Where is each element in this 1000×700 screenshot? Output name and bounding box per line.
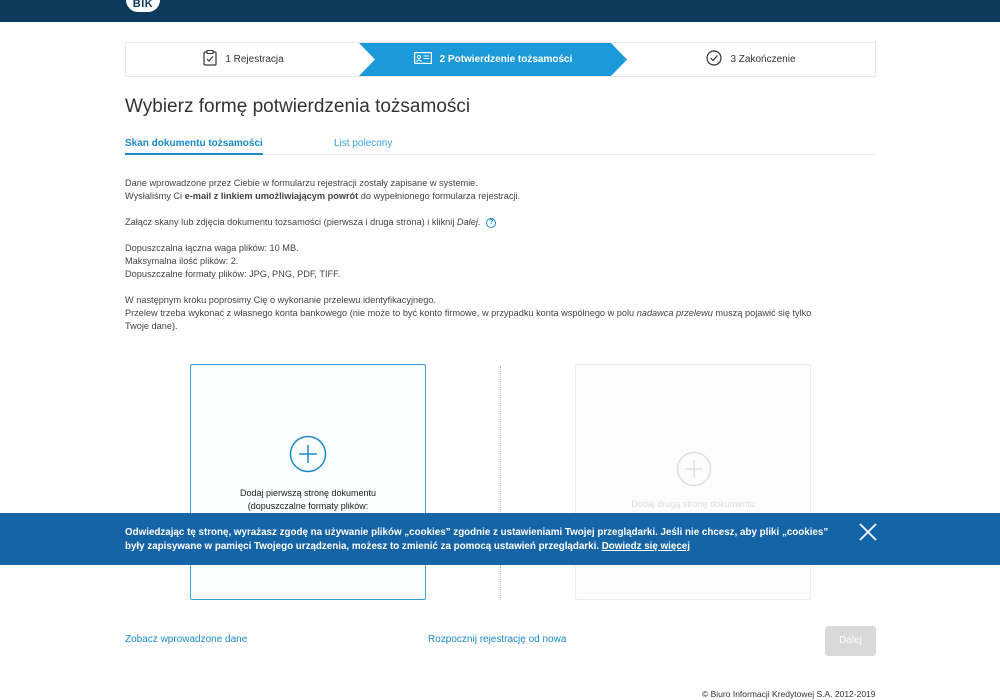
plus-circle-icon[interactable]: [289, 435, 327, 478]
cookie-learn-more-link[interactable]: Dowiedz się więcej: [602, 541, 690, 552]
bik-logo[interactable]: BIK: [126, 0, 160, 12]
registration-stepper: 1 Rejestracja 2 Potwierdzenie tożsamości…: [125, 42, 876, 77]
step-label: 2 Potwierdzenie tożsamości: [439, 54, 573, 65]
plus-circle-icon: [676, 451, 712, 492]
attach-instruction: Załącz skany lub zdjęcia dokumentu tożsa…: [125, 216, 876, 229]
step-identity-confirmation: 2 Potwierdzenie tożsamości: [359, 43, 627, 76]
step-completion: 3 Zakończenie: [626, 43, 876, 76]
upload-second-label: Dodaj drugą stronę dokumentu: [631, 499, 755, 509]
view-entered-data-link[interactable]: Zobacz wprowadzone dane: [125, 634, 247, 645]
restart-registration-link[interactable]: Rozpocznij rejestrację od nowa: [428, 634, 566, 645]
upload-first-label: Dodaj pierwszą stronę dokumentu (dopuszc…: [239, 488, 377, 511]
top-bar: BIK: [0, 0, 1000, 22]
cookie-message: Odwiedzając tę stronę, wyrażasz zgodę na…: [125, 527, 829, 552]
next-button[interactable]: Dalej: [825, 626, 876, 656]
check-circle-icon: [706, 50, 723, 69]
info-paragraph: Dane wprowadzone przez Ciebie w formular…: [125, 178, 521, 201]
cookie-banner: Odwiedzając tę stronę, wyrażasz zgodę na…: [0, 513, 1000, 565]
step-registration: 1 Rejestracja: [126, 43, 361, 76]
step-label: 1 Rejestracja: [225, 54, 284, 65]
page-title: Wybierz formę potwierdzenia tożsamości: [125, 96, 471, 117]
step-label: 3 Zakończenie: [730, 54, 796, 65]
question-circle-icon[interactable]: ?: [486, 217, 497, 228]
instructions: Dane wprowadzone przez Ciebie w formular…: [125, 177, 876, 346]
close-icon[interactable]: [857, 521, 879, 543]
tab-registered-letter[interactable]: List polecony: [334, 138, 392, 155]
id-card-icon: [413, 52, 432, 67]
file-limits: Dopuszczalna łączna waga plików: 10 MB. …: [125, 243, 341, 279]
verification-tabs: Skan dokumentu tożsamości List polecony: [125, 138, 876, 155]
transfer-info: W następnym kroku poprosimy Cię o wykona…: [125, 295, 812, 331]
email-highlight: e-mail z linkiem umożliwiającym powrót: [184, 191, 359, 201]
clipboard-check-icon: [203, 50, 217, 69]
footer-copyright: © Biuro Informacji Kredytowej S.A. 2012-…: [702, 689, 876, 699]
tab-document-scan[interactable]: Skan dokumentu tożsamości: [125, 138, 263, 155]
